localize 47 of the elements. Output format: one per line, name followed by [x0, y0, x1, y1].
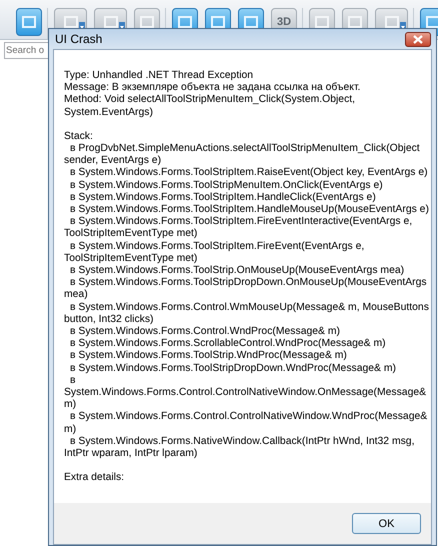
- extra-details-label: Extra details:: [64, 472, 126, 484]
- stack-trace-line: в ProgDvbNet.SimpleMenuActions.selectAllToolStripMenuItem_Click(Object: [69, 143, 421, 156]
- stack-label: Stack:: [64, 130, 94, 144]
- stack-trace-line: в System.Windows.Forms.ToolStripItem.RaiseEvent(Object key, EventArgs e): [69, 167, 429, 180]
- stack-trace-line: в System.Windows.Forms.ToolStrip.OnMouseUp(MouseEventArgs mea): [69, 265, 406, 278]
- stack-trace-line: в System.Windows.Forms.Control.ControlNativeWindow.WndProc(Message&: [69, 411, 428, 424]
- stack-trace-line: в System.Windows.Forms.Control.WndProc(Message& m): [69, 326, 341, 338]
- stack-trace-line: sender, EventArgs e): [64, 155, 162, 168]
- stack-trace-line: в System.Windows.Forms.ToolStripMenuItem.OnClick(EventArgs e): [69, 180, 384, 192]
- error-detail-line: Message: В экземпляре объекта не задана ссылка на объект.: [64, 82, 362, 94]
- stack-trace-line: в System.Windows.Forms.ToolStripDropDown.WndProc(Message& m): [69, 362, 397, 375]
- stack-trace-line: mea): [64, 289, 89, 302]
- square-icon: [348, 16, 362, 28]
- square-icon: [384, 16, 398, 28]
- stack-trace-line: в System.Windows.Forms.Control.WmMouseUp(Message& m, MouseButtons: [69, 302, 430, 314]
- toolbar-button[interactable]: [16, 8, 42, 36]
- stack-trace-line: button, Int32 clicks): [64, 314, 155, 326]
- square-icon: [211, 16, 225, 28]
- stack-trace-line: m): [64, 424, 78, 436]
- dialog-title: UI Crash: [55, 32, 102, 46]
- stack-trace-line: ToolStripItemEventType met): [64, 252, 198, 266]
- square-icon: [178, 16, 192, 28]
- error-detail-line: Method: Void selectAllToolStripMenuItem_Click(System.Object,: [64, 94, 356, 107]
- square-icon: [22, 16, 36, 28]
- error-detail-line: System.EventArgs): [64, 106, 154, 119]
- square-icon: [315, 16, 329, 28]
- close-button[interactable]: [405, 32, 431, 46]
- stack-trace-line: m): [64, 399, 78, 412]
- stack-trace-line: в System.Windows.Forms.ToolStripItem.FireEvent(EventArgs e,: [69, 240, 366, 253]
- close-icon: [413, 34, 423, 44]
- stack-trace-line: в System.Windows.Forms.ScrollableControl.WndProc(Message& m): [69, 338, 387, 350]
- stack-trace-line: в: [69, 374, 77, 388]
- stack-trace-line: ToolStripItemEventType met): [64, 228, 198, 241]
- error-detail-line: Type: Unhandled .NET Thread Exception: [64, 70, 254, 82]
- stack-trace-line: IntPtr wparam, IntPtr lparam): [64, 448, 198, 460]
- stack-trace-line: в System.Windows.Forms.NativeWindow.Callback(IntPtr hWnd, Int32 msg,: [69, 436, 416, 448]
- stack-trace-line: в System.Windows.Forms.ToolStripItem.FireEventInteractive(EventArgs e,: [69, 216, 414, 228]
- square-icon: [140, 16, 154, 28]
- stack-trace-line: в System.Windows.Forms.ToolStripItem.HandleMouseUp(MouseEventArgs e): [69, 204, 430, 216]
- stack-trace-line: System.Windows.Forms.Control.ControlNativeWindow.OnMessage(Message&: [64, 387, 428, 400]
- stack-trace-line: в System.Windows.Forms.ToolStrip.WndProc(Message& m): [69, 350, 348, 363]
- square-icon: [104, 16, 118, 28]
- square-icon: [64, 16, 78, 28]
- stack-trace-line: в System.Windows.Forms.ToolStripItem.HandleClick(EventArgs e): [69, 192, 377, 204]
- ok-button[interactable]: OK: [352, 513, 421, 534]
- stack-trace-line: в System.Windows.Forms.ToolStripDropDown.OnMouseUp(MouseEventArgs: [69, 277, 428, 290]
- square-icon: [244, 16, 258, 28]
